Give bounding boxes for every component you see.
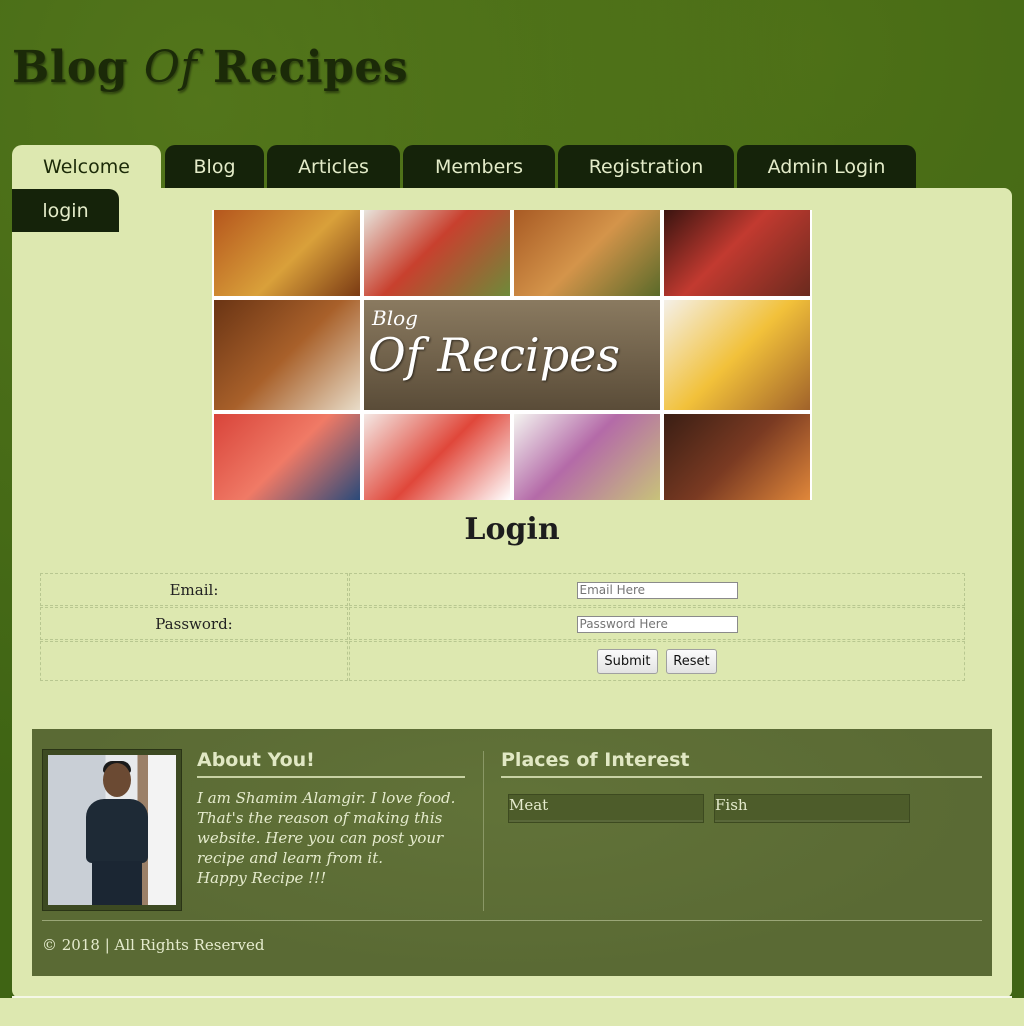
footer: About You! I am Shamim Alamgir. I love f…	[32, 729, 992, 976]
banner-photo-salad	[364, 210, 510, 296]
site-title-of: Of	[143, 42, 198, 93]
about-title: About You!	[197, 749, 465, 778]
page-bottom	[0, 998, 1024, 1026]
tab-registration[interactable]: Registration	[558, 145, 734, 188]
banner-recipes-word: Of Recipes	[368, 328, 620, 382]
place-item-fish[interactable]: Fish	[714, 794, 910, 823]
banner-photo-stew	[664, 414, 810, 500]
avatar-frame	[42, 749, 182, 911]
buttons-cell: Submit Reset	[349, 641, 965, 681]
tab-members[interactable]: Members	[403, 145, 555, 188]
place-item-meat[interactable]: Meat	[508, 794, 704, 823]
submit-button[interactable]: Submit	[597, 648, 658, 674]
banner-photo-watermelon	[214, 414, 360, 500]
empty-cell	[40, 641, 348, 681]
password-input[interactable]	[576, 615, 738, 633]
footer-divider	[483, 751, 484, 911]
banner-photo-potatoes	[214, 210, 360, 296]
banner-photo-strawberries	[364, 414, 510, 500]
login-form: Email: Password: Submit Reset	[39, 572, 966, 682]
banner-blog-word: Blog	[372, 306, 418, 330]
banner-photo-noodles	[514, 210, 660, 296]
banner-photo-chicken	[214, 300, 360, 410]
tab-articles[interactable]: Articles	[267, 145, 400, 188]
recipes-banner: Blog Of Recipes	[212, 210, 812, 500]
tab-login[interactable]: login	[12, 189, 119, 232]
password-label: Password:	[40, 607, 348, 640]
email-input[interactable]	[576, 581, 738, 599]
email-cell	[349, 573, 965, 606]
tab-admin-login[interactable]: Admin Login	[737, 145, 916, 188]
footer-rule	[42, 920, 982, 921]
banner-photo-coleslaw	[514, 414, 660, 500]
banner-photo-egg-toast	[664, 300, 810, 410]
banner-logo: Blog Of Recipes	[364, 300, 660, 410]
email-label: Email:	[40, 573, 348, 606]
login-title: Login	[464, 512, 560, 547]
reset-button[interactable]: Reset	[666, 648, 717, 674]
avatar	[48, 755, 176, 905]
password-cell	[349, 607, 965, 640]
about-text: I am Shamim Alamgir. I love food. That's…	[197, 789, 456, 887]
site-title: Blog Of Recipes	[12, 42, 409, 93]
places-title: Places of Interest	[501, 749, 982, 778]
banner-photo-cake	[664, 210, 810, 296]
tab-blog[interactable]: Blog	[165, 145, 264, 188]
tab-welcome[interactable]: Welcome	[12, 145, 161, 188]
copyright: © 2018 | All Rights Reserved	[42, 936, 265, 954]
